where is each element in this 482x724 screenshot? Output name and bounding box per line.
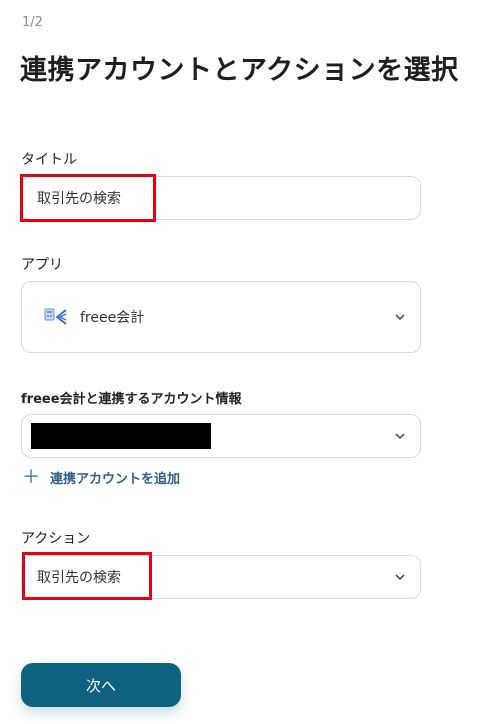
account-label: freee会計と連携するアカウント情報 [21, 392, 242, 407]
plus-icon: ＋ [22, 466, 40, 488]
page-title: 連携アカウントとアクションを選択 [20, 55, 459, 86]
chevron-down-icon [394, 571, 406, 583]
add-account-link[interactable]: ＋ 連携アカウントを追加 [22, 468, 180, 487]
account-select[interactable] [21, 414, 421, 458]
chevron-down-icon [394, 311, 406, 323]
step-indicator: 1/2 [22, 15, 43, 30]
app-label: アプリ [21, 257, 63, 273]
add-account-label: 連携アカウントを追加 [50, 472, 181, 487]
title-label: タイトル [21, 152, 77, 168]
highlight-box-title [20, 174, 156, 222]
chevron-down-icon [394, 430, 406, 442]
redacted-account-value [31, 423, 211, 449]
next-button[interactable]: 次へ [21, 663, 181, 707]
app-name: freee会計 [80, 310, 145, 326]
page: 1/2 連携アカウントとアクションを選択 タイトル 取引先の検索 アプリ fre… [0, 0, 482, 724]
highlight-box-action [22, 552, 152, 600]
app-select[interactable]: freee会計 [21, 281, 421, 353]
freee-app-icon [44, 306, 68, 328]
action-label: アクション [21, 531, 91, 547]
